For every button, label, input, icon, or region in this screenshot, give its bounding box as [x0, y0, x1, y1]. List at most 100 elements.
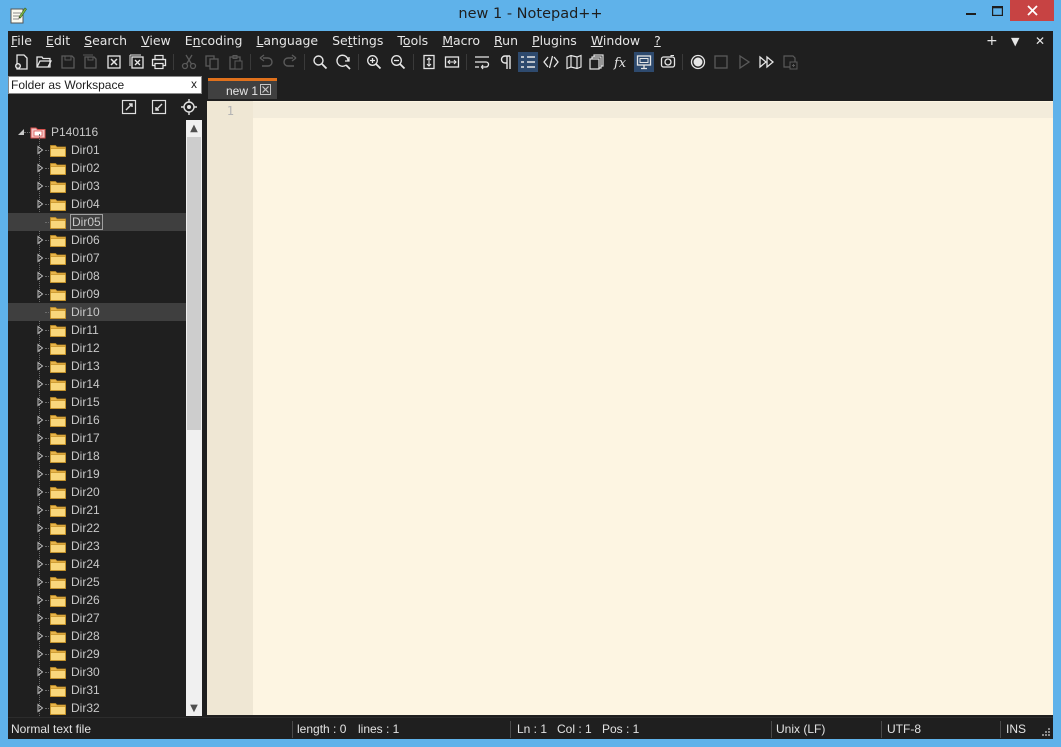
tree-folder-item[interactable]: Dir31	[8, 681, 186, 699]
menu-item[interactable]: Search	[84, 32, 127, 50]
folder-as-workspace-button[interactable]	[634, 52, 654, 72]
collapsed-triangle-icon[interactable]	[35, 451, 45, 461]
undo-button[interactable]	[256, 52, 276, 72]
tree-scrollbar[interactable]: ▲ ▼	[186, 120, 202, 716]
locate-current-file-button[interactable]	[180, 98, 198, 116]
collapsed-triangle-icon[interactable]	[35, 163, 45, 173]
menu-item[interactable]: Language	[256, 32, 318, 50]
menu-item[interactable]: Settings	[332, 32, 383, 50]
document-list-button[interactable]	[587, 52, 607, 72]
collapsed-triangle-icon[interactable]	[35, 559, 45, 569]
scroll-up-button[interactable]: ▲	[186, 120, 202, 136]
collapsed-triangle-icon[interactable]	[35, 631, 45, 641]
collapsed-triangle-icon[interactable]	[35, 487, 45, 497]
tree-folder-item[interactable]: Dir18	[8, 447, 186, 465]
replace-button[interactable]	[333, 52, 353, 72]
tree-folder-item[interactable]: Dir02	[8, 159, 186, 177]
expand-all-button[interactable]	[120, 98, 138, 116]
tree-folder-item[interactable]: Dir06	[8, 231, 186, 249]
menu-item[interactable]: Macro	[442, 32, 480, 50]
macro-run-multiple-button[interactable]	[757, 52, 777, 72]
tab-list-button[interactable]: ▼	[1011, 31, 1019, 51]
tree-folder-item[interactable]: Dir23	[8, 537, 186, 555]
title-bar[interactable]: new 1 - Notepad++	[0, 0, 1061, 31]
tree-folder-item[interactable]: Dir22	[8, 519, 186, 537]
panel-close-button[interactable]: x	[191, 77, 197, 91]
tree-root[interactable]: P140116	[8, 123, 186, 141]
document-map-button[interactable]	[564, 52, 584, 72]
collapsed-triangle-icon[interactable]	[35, 253, 45, 263]
save-all-button[interactable]	[80, 52, 100, 72]
cut-button[interactable]	[179, 52, 199, 72]
collapsed-triangle-icon[interactable]	[35, 703, 45, 713]
tree-folder-item[interactable]: Dir09	[8, 285, 186, 303]
collapsed-triangle-icon[interactable]	[35, 325, 45, 335]
tree-folder-item[interactable]: Dir11	[8, 321, 186, 339]
close-button[interactable]	[104, 52, 124, 72]
collapsed-triangle-icon[interactable]	[35, 361, 45, 371]
menu-item[interactable]: Run	[494, 32, 518, 50]
tree-folder-item[interactable]: Dir10	[8, 303, 186, 321]
close-window-button[interactable]	[1010, 0, 1054, 21]
redo-button[interactable]	[280, 52, 300, 72]
menu-item[interactable]: ?	[654, 32, 661, 50]
collapsed-triangle-icon[interactable]	[35, 235, 45, 245]
minimize-button[interactable]	[958, 0, 984, 21]
tree-folder-item[interactable]: Dir05	[8, 213, 186, 231]
zoom-out-button[interactable]	[388, 52, 408, 72]
tree-folder-item[interactable]: Dir19	[8, 465, 186, 483]
collapsed-triangle-icon[interactable]	[35, 271, 45, 281]
add-tab-button[interactable]: +	[986, 31, 998, 51]
collapsed-triangle-icon[interactable]	[35, 289, 45, 299]
paste-button[interactable]	[226, 52, 246, 72]
tab-new-1[interactable]: new 1	[208, 78, 277, 99]
macro-save-button[interactable]	[780, 52, 800, 72]
new-file-button[interactable]	[12, 52, 32, 72]
tree-folder-item[interactable]: Dir04	[8, 195, 186, 213]
indent-guide-button[interactable]	[518, 52, 538, 72]
collapse-all-button[interactable]	[150, 98, 168, 116]
collapsed-triangle-icon[interactable]	[35, 613, 45, 623]
collapsed-triangle-icon[interactable]	[35, 649, 45, 659]
scroll-thumb[interactable]	[187, 137, 201, 430]
tree-folder-item[interactable]: Dir30	[8, 663, 186, 681]
collapsed-triangle-icon[interactable]	[35, 433, 45, 443]
menu-item[interactable]: File	[11, 32, 32, 50]
collapsed-triangle-icon[interactable]	[35, 667, 45, 677]
scroll-down-button[interactable]: ▼	[186, 700, 202, 716]
sync-vertical-button[interactable]	[419, 52, 439, 72]
sync-horizontal-button[interactable]	[442, 52, 462, 72]
open-file-button[interactable]	[34, 52, 54, 72]
tree-folder-item[interactable]: Dir07	[8, 249, 186, 267]
monitoring-button[interactable]	[658, 52, 678, 72]
tree-folder-item[interactable]: Dir15	[8, 393, 186, 411]
resize-grip-icon[interactable]	[1041, 727, 1051, 737]
status-eol[interactable]: Unix (LF)	[776, 722, 825, 736]
macro-stop-button[interactable]	[711, 52, 731, 72]
macro-play-button[interactable]	[734, 52, 754, 72]
menu-item[interactable]: View	[141, 32, 171, 50]
collapsed-triangle-icon[interactable]	[35, 199, 45, 209]
tree-folder-item[interactable]: Dir16	[8, 411, 186, 429]
tree-folder-item[interactable]: Dir17	[8, 429, 186, 447]
tree-folder-item[interactable]: Dir27	[8, 609, 186, 627]
macro-record-button[interactable]	[688, 52, 708, 72]
tree-folder-item[interactable]: Dir12	[8, 339, 186, 357]
menu-item[interactable]: Encoding	[185, 32, 243, 50]
collapsed-triangle-icon[interactable]	[35, 505, 45, 515]
collapsed-triangle-icon[interactable]	[35, 469, 45, 479]
menu-item[interactable]: Plugins	[532, 32, 577, 50]
tree-folder-item[interactable]: Dir25	[8, 573, 186, 591]
tree-folder-item[interactable]: Dir32	[8, 699, 186, 716]
menu-item[interactable]: Window	[591, 32, 640, 50]
collapsed-triangle-icon[interactable]	[35, 595, 45, 605]
show-all-chars-button[interactable]	[496, 52, 516, 72]
collapsed-triangle-icon[interactable]	[35, 145, 45, 155]
menu-item[interactable]: Tools	[397, 32, 428, 50]
tree-folder-item[interactable]: Dir24	[8, 555, 186, 573]
word-wrap-button[interactable]	[472, 52, 492, 72]
collapsed-triangle-icon[interactable]	[35, 181, 45, 191]
collapsed-triangle-icon[interactable]	[35, 685, 45, 695]
tree-folder-item[interactable]: Dir21	[8, 501, 186, 519]
tree-folder-item[interactable]: Dir26	[8, 591, 186, 609]
